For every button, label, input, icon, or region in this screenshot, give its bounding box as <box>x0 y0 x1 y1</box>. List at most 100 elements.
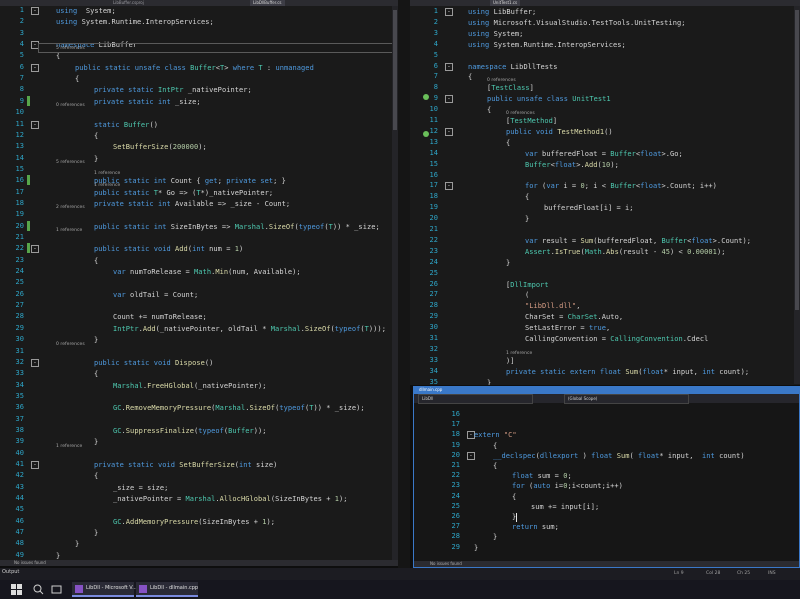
code-line[interactable]: 11- static Buffer() <box>0 119 398 129</box>
code-line[interactable]: 47} <box>0 527 398 537</box>
code-text[interactable]: public void TestMethod1() <box>506 127 613 137</box>
code-line[interactable]: 37 <box>0 414 398 424</box>
code-text[interactable]: [TestClass] <box>487 83 534 93</box>
code-text[interactable]: using LibBuffer; <box>468 7 536 17</box>
code-line[interactable]: 2 using System.Runtime.InteropServices; <box>0 16 398 26</box>
code-line[interactable]: 6- namespace LibDllTests <box>410 61 800 71</box>
code-text[interactable]: Assert.IsTrue(Math.Abs(result - 45) < 0.… <box>525 247 725 257</box>
code-line[interactable]: 12 { <box>0 130 398 140</box>
cpp-editor-window[interactable]: dllmain.cpp LibDll (Global Scope) 16 17 18… <box>413 386 800 568</box>
code-text[interactable]: } <box>94 437 98 447</box>
code-line[interactable]: 33 1 reference)] <box>410 351 800 365</box>
code-text[interactable]: } <box>94 335 98 345</box>
code-line[interactable]: 13 { <box>410 137 800 147</box>
code-text[interactable]: [DllImport <box>506 280 549 290</box>
code-line[interactable]: 20- __declspec(dllexport ) float Sum( flo… <box>414 450 799 460</box>
search-icon[interactable] <box>32 583 45 596</box>
code-text[interactable]: var result = Sum(bufferedFloat, Buffer<f… <box>525 236 751 246</box>
code-text[interactable]: { <box>525 192 529 202</box>
code-line[interactable]: 1- using System; <box>0 5 398 15</box>
code-text[interactable]: public unsafe class UnitTest1 <box>487 94 611 104</box>
code-line[interactable]: 26 [DllImport <box>410 279 800 289</box>
code-line[interactable]: 28} <box>414 531 799 541</box>
code-line[interactable]: 7{ <box>410 71 800 81</box>
left-editor-pane[interactable]: LibBuffer.csproj LibDllBuffer.cs 1- using… <box>0 0 398 566</box>
code-line[interactable]: 14 var bufferedFloat = Buffer<float>.Go; <box>410 148 800 158</box>
code-text[interactable]: IntPtr.Add(_nativePointer, oldTail * Mar… <box>113 324 386 334</box>
code-line[interactable]: 21 <box>410 224 800 234</box>
code-line[interactable]: 13 SetBufferSize(200000); <box>0 141 398 151</box>
code-text[interactable]: [TestMethod] <box>506 116 557 126</box>
code-line[interactable]: 29 IntPtr.Add(_nativePointer, oldTail * M… <box>0 323 398 333</box>
fold-toggle-icon[interactable]: - <box>31 461 39 469</box>
code-line[interactable]: 16 <box>414 409 799 419</box>
code-line[interactable]: 7{ <box>0 73 398 83</box>
windows-start-icon[interactable] <box>10 583 23 596</box>
code-line[interactable]: 16 <box>410 170 800 180</box>
fold-toggle-icon[interactable]: - <box>31 120 39 129</box>
cpp-tab[interactable]: dllmain.cpp <box>416 387 445 393</box>
scope-dropdown[interactable]: (Global Scope) <box>564 394 689 404</box>
fold-toggle-icon[interactable]: - <box>31 245 39 254</box>
code-line[interactable]: 49} <box>0 550 398 560</box>
code-text[interactable]: GC.RemoveMemoryPressure(Marshal.SizeOf(t… <box>113 403 365 413</box>
code-text[interactable]: public static int SizeInBytes => Marshal… <box>94 222 380 232</box>
code-line[interactable]: 25 <box>0 277 398 287</box>
code-text[interactable]: } <box>487 378 491 385</box>
code-line[interactable]: 17 <box>414 419 799 429</box>
code-text[interactable]: public static void Add(int num = 1) <box>94 244 243 254</box>
splitter[interactable] <box>398 0 410 570</box>
code-text[interactable]: } <box>94 528 98 538</box>
code-line[interactable]: 9- public unsafe class UnitTest1 <box>410 93 800 104</box>
code-text[interactable]: var numToRelease = Math.Min(num, Availab… <box>113 267 301 277</box>
fold-toggle-icon[interactable]: - <box>445 62 453 71</box>
fold-toggle-icon[interactable]: - <box>445 8 453 16</box>
code-text[interactable]: bufferedFloat[i] = i; <box>544 203 634 213</box>
code-text[interactable]: public static unsafe class Buffer<T> whe… <box>75 63 314 73</box>
code-text[interactable]: private static void SetBufferSize(int si… <box>94 460 277 470</box>
code-line[interactable]: 40 1 reference <box>0 444 398 458</box>
code-line[interactable]: 45 <box>0 504 398 514</box>
code-text[interactable]: _size = size; <box>113 483 168 493</box>
left-code-area[interactable]: 1- using System; 2 using System.Runtime.Int… <box>0 5 398 561</box>
code-line[interactable]: 1- using LibBuffer; <box>410 6 800 16</box>
code-line[interactable]: 36 GC.RemoveMemoryPressure(Marshal.SizeOf… <box>0 402 398 412</box>
code-line[interactable]: 16 1 reference public static int Count { g… <box>0 171 398 186</box>
right-code-area[interactable]: 1- using LibBuffer; 2 using Microsoft.Visua… <box>410 6 800 385</box>
code-text[interactable]: GC.AddMemoryPressure(SizeInBytes + 1); <box>113 517 275 527</box>
taskbar-app-vs-2[interactable]: LibDll - dllmain.cpp <box>136 582 198 597</box>
cpp-code-area[interactable]: 16 17 18- extern "C" 19 {20- __declspec (dllexp… <box>414 409 799 557</box>
code-text[interactable]: { <box>94 369 98 379</box>
code-line[interactable]: 17- for (var i = 0; i < Buffer<float>.Cou… <box>410 180 800 191</box>
code-line[interactable]: 24 var numToRelease = Math.Min(num, Avail… <box>0 266 398 276</box>
code-line[interactable]: 22 float sum = 0; <box>414 470 799 480</box>
codelens-references[interactable]: 1 reference <box>56 444 82 449</box>
code-line[interactable]: 48} <box>0 538 398 548</box>
code-text[interactable]: namespace LibDllTests <box>468 62 558 72</box>
code-text[interactable]: public static int Count { get; private s… <box>94 176 286 186</box>
code-line[interactable]: 19 2 references <box>0 205 398 219</box>
code-line[interactable]: 8 private static IntPtr _nativePointer; <box>0 84 398 94</box>
code-line[interactable]: 44 _nativePointer = Marshal.AllocHGlobal(… <box>0 493 398 503</box>
code-text[interactable]: "LibDll.dll", <box>525 301 580 311</box>
code-text[interactable]: Buffer<float>.Add(10); <box>525 160 619 170</box>
fold-toggle-icon[interactable]: - <box>31 7 39 15</box>
cpp-window-title-bar[interactable]: dllmain.cpp <box>414 387 799 394</box>
fold-toggle-icon[interactable]: - <box>445 95 453 104</box>
code-text[interactable]: private static int Available => _size - … <box>94 199 290 209</box>
code-text[interactable]: SetBufferSize(200000); <box>113 142 207 152</box>
code-line[interactable]: 23 for (auto i=0;i<count;i++) <box>414 480 799 490</box>
code-line[interactable]: 27 ( <box>410 289 800 299</box>
code-line[interactable]: 23 { <box>0 255 398 265</box>
code-text[interactable]: private static extern float Sum(float* i… <box>506 367 749 377</box>
code-line[interactable]: 32 <box>410 344 800 354</box>
code-text[interactable]: } <box>94 154 98 164</box>
code-line[interactable]: 34 private static extern float Sum(float*… <box>410 366 800 376</box>
code-text[interactable]: { <box>94 256 98 266</box>
code-line[interactable]: 34 Marshal.FreeHGlobal(_nativePointer); <box>0 380 398 390</box>
code-line[interactable]: 26} <box>414 511 799 521</box>
code-line[interactable]: 38 GC.SuppressFinalize(typeof(Buffer)); <box>0 425 398 435</box>
code-text[interactable]: CharSet = CharSet.Auto, <box>525 312 623 322</box>
fold-toggle-icon[interactable]: - <box>445 127 453 136</box>
code-text[interactable]: ( <box>525 290 529 300</box>
